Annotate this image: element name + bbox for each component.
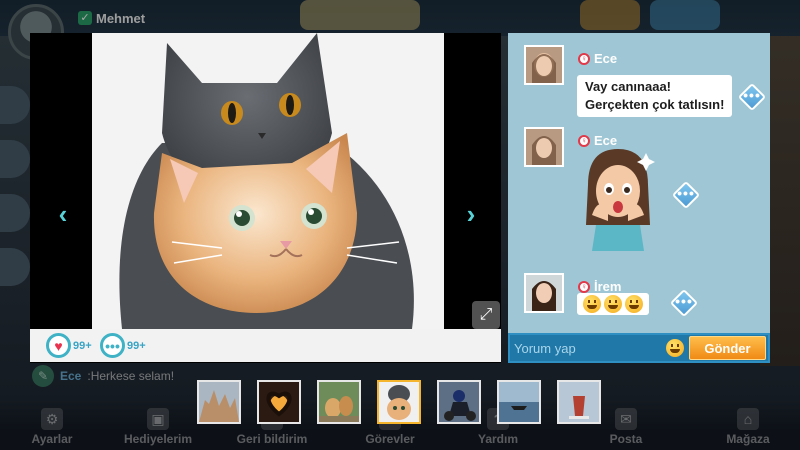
comment-item: ♀ Ece Vay canınaaa! Gerçekten çok tatlıs… <box>524 45 767 117</box>
comments-button[interactable]: ••• 99+ <box>100 333 146 358</box>
comment-options-button[interactable]: ••• <box>669 288 699 318</box>
photo-stats-bar: ♥ 99+ ••• 99+ <box>30 329 501 362</box>
send-comment-button[interactable]: Gönder <box>689 336 766 360</box>
commenter-header: ♀ İrem <box>578 279 621 294</box>
comment-item: ♀ İrem ••• <box>524 273 764 323</box>
two-cats-illustration <box>92 33 444 329</box>
smiley-emoji-icon <box>604 295 622 313</box>
comment-item: ♀ Ece ••• <box>524 127 764 257</box>
thumb-motorcycle[interactable] <box>437 380 481 424</box>
avatar-image <box>526 47 562 83</box>
comment-input[interactable] <box>514 337 660 359</box>
photo-viewer: ‹ › ⤢ <box>30 33 501 363</box>
thumb-heart-sunset[interactable] <box>257 380 301 424</box>
thumb-tea[interactable] <box>557 380 601 424</box>
girl-surprised-sticker <box>578 145 658 251</box>
comment-options-button[interactable]: ••• <box>671 180 701 210</box>
female-icon: ♀ <box>578 280 590 293</box>
fullscreen-button[interactable]: ⤢ <box>472 301 500 329</box>
comment-composer: Gönder <box>508 333 770 363</box>
photo-thumbnails <box>197 380 601 424</box>
comment-count: 99+ <box>127 339 146 352</box>
commenter-name[interactable]: İrem <box>594 279 621 294</box>
smiley-emoji-icon <box>583 295 601 313</box>
thumb-rock-formations[interactable] <box>197 380 241 424</box>
emoji-picker-button[interactable] <box>666 339 684 357</box>
next-photo-button[interactable]: › <box>458 201 484 227</box>
two-cats-photo[interactable] <box>92 33 444 329</box>
commenter-name[interactable]: Ece <box>594 51 617 66</box>
smiley-emoji-icon <box>625 295 643 313</box>
prev-photo-button[interactable]: ‹ <box>50 201 76 227</box>
like-button[interactable]: ♥ 99+ <box>46 333 92 358</box>
expand-icon: ⤢ <box>479 306 493 323</box>
female-icon: ♀ <box>578 52 590 65</box>
avatar-image <box>526 275 562 311</box>
chevron-right-icon: › <box>466 199 476 229</box>
comment-text-bubble: Vay canınaaa! Gerçekten çok tatlısın! <box>577 75 733 117</box>
comment-text-line: Vay canınaaa! <box>585 79 671 94</box>
comment-bubble-icon: ••• <box>100 333 125 358</box>
comment-text-line: Gerçekten çok tatlısın! <box>585 97 725 112</box>
comment-emoji-bubble <box>577 293 649 315</box>
comment-options-button[interactable]: ••• <box>737 82 767 112</box>
comments-panel[interactable]: ♀ Ece Vay canınaaa! Gerçekten çok tatlıs… <box>508 33 770 333</box>
commenter-header: ♀ Ece <box>578 51 617 66</box>
more-dots-icon: ••• <box>675 293 693 309</box>
commenter-avatar[interactable] <box>524 127 564 167</box>
heart-icon: ♥ <box>46 333 71 358</box>
thumb-dogs[interactable] <box>317 380 361 424</box>
thumb-boat[interactable] <box>497 380 541 424</box>
more-dots-icon: ••• <box>677 185 695 201</box>
thumb-cats[interactable] <box>377 380 421 424</box>
avatar-image <box>526 129 562 165</box>
commenter-avatar[interactable] <box>524 273 564 313</box>
chevron-left-icon: ‹ <box>58 199 68 229</box>
commenter-avatar[interactable] <box>524 45 564 85</box>
more-dots-icon: ••• <box>743 87 761 103</box>
like-count: 99+ <box>73 339 92 352</box>
